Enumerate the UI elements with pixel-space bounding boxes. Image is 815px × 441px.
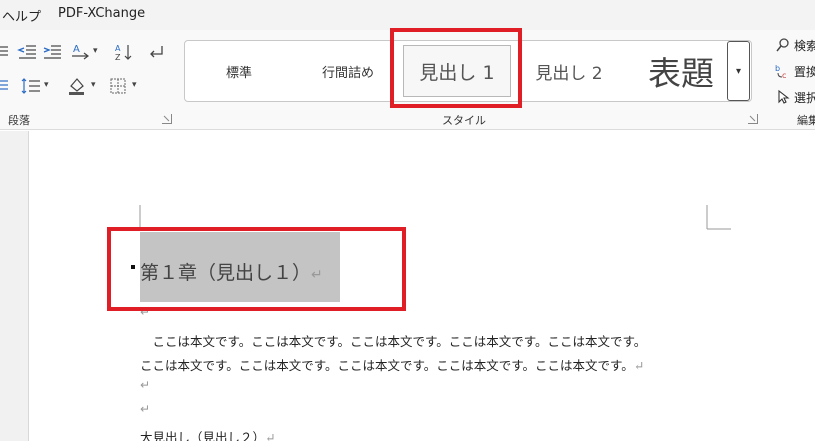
style-normal[interactable]: 標準: [191, 41, 287, 101]
select-label: 選択: [794, 90, 815, 105]
paragraph-dialog-launcher-icon[interactable]: [162, 114, 172, 124]
replace-icon: bc: [775, 63, 791, 80]
svg-text:A: A: [73, 44, 80, 55]
body-text-line[interactable]: ここは本文です。ここは本文です。ここは本文です。ここは本文です。ここは本文です。…: [140, 355, 644, 374]
annotation-box-heading-text: [107, 227, 406, 311]
style-gallery-more-button[interactable]: ▾: [727, 41, 750, 101]
menu-help[interactable]: ヘルプ: [2, 6, 41, 25]
distributed-align-icon[interactable]: [0, 76, 16, 96]
group-label-editing: 編集: [797, 114, 815, 127]
svg-text:A: A: [115, 44, 121, 53]
empty-paragraph-mark: ↵: [140, 378, 151, 392]
replace-label: 置換: [794, 64, 815, 79]
cursor-arrow-icon: [775, 89, 791, 105]
sort-icon[interactable]: AZ: [113, 42, 135, 62]
search-icon: [775, 37, 791, 53]
line-spacing-dropdown-icon[interactable]: ▾: [44, 80, 49, 90]
heading-2-text[interactable]: 大見出し（見出し２）↵: [140, 427, 276, 441]
styles-dialog-launcher-icon[interactable]: [748, 114, 758, 124]
decrease-indent-icon[interactable]: [16, 42, 38, 62]
show-formatting-icon[interactable]: [146, 42, 168, 62]
svg-text:b: b: [775, 64, 780, 73]
menu-bar: ヘルプ PDF-XChange: [0, 0, 815, 30]
svg-text:c: c: [782, 71, 786, 79]
increase-indent-icon[interactable]: [41, 42, 63, 62]
style-heading-2[interactable]: 見出し 2: [517, 41, 621, 101]
svg-text:Z: Z: [115, 53, 121, 62]
chevron-down-icon: ▾: [735, 65, 742, 77]
borders-dropdown-icon[interactable]: ▾: [132, 80, 137, 90]
annotation-box-heading-style: [390, 28, 522, 108]
body-text-line[interactable]: ここは本文です。ここは本文です。ここは本文です。ここは本文です。ここは本文です。: [140, 331, 647, 350]
style-title[interactable]: 表題: [625, 41, 737, 101]
replace-button[interactable]: bc 置換: [775, 62, 815, 80]
menu-pdf-xchange[interactable]: PDF-XChange: [58, 6, 145, 21]
empty-paragraph-mark: ↵: [140, 402, 151, 416]
line-spacing-icon[interactable]: [20, 76, 42, 96]
borders-icon[interactable]: [108, 76, 130, 96]
group-label-styles: スタイル: [442, 114, 486, 127]
style-no-spacing[interactable]: 行間詰め: [297, 41, 399, 101]
text-direction-dropdown-icon[interactable]: ▾: [93, 46, 98, 56]
shading-dropdown-icon[interactable]: ▾: [91, 80, 96, 90]
find-button[interactable]: 検索: [775, 36, 815, 54]
select-button[interactable]: 選択: [775, 88, 815, 106]
shading-icon[interactable]: [66, 76, 88, 96]
top-right-crop-mark: [706, 205, 731, 230]
paragraph-mark: ↵: [633, 358, 645, 373]
paragraph-mark: ↵: [265, 430, 276, 441]
text-direction-icon[interactable]: A: [70, 42, 92, 62]
indent-partial-icon[interactable]: [0, 42, 16, 62]
find-label: 検索: [794, 38, 815, 53]
group-label-paragraph: 段落: [8, 114, 30, 127]
